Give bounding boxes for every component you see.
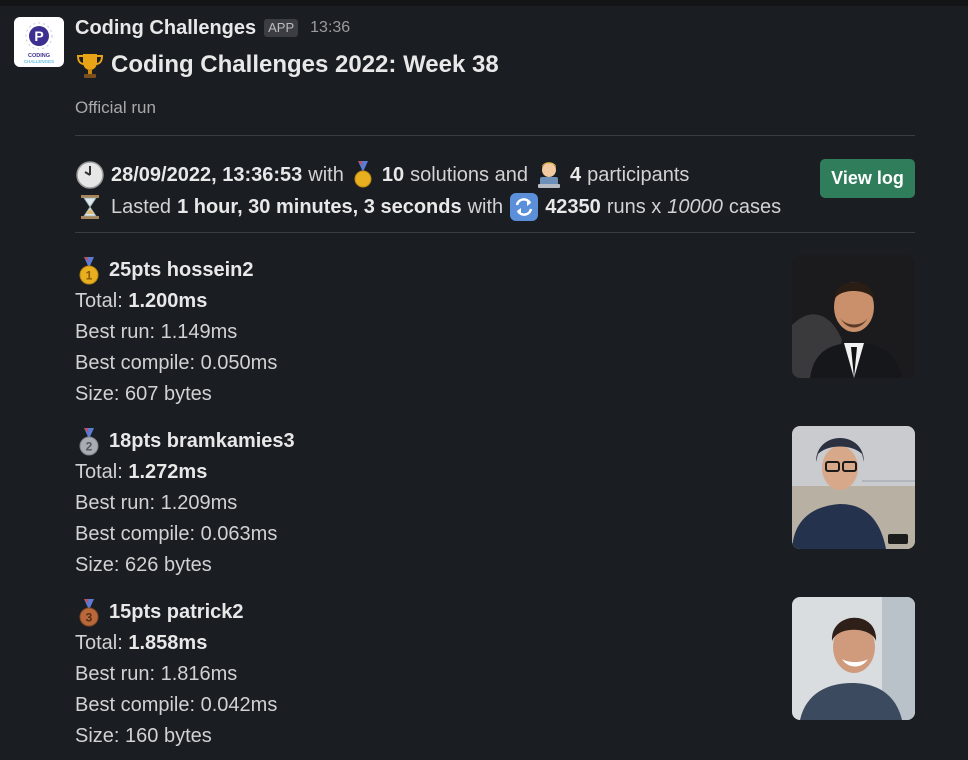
result-headline: 15pts patrick2 [109,601,244,623]
best-run: Best run: 1.149ms [75,321,238,343]
subtitle: Official run [75,98,156,117]
lasted-label: Lasted [111,196,172,218]
best-compile: Best compile: 0.063ms [75,523,278,545]
code-size: Size: 160 bytes [75,725,212,747]
message-title: Coding Challenges 2022: Week 38 [75,50,499,80]
code-size: Size: 607 bytes [75,383,212,405]
view-log-button[interactable]: View log [820,159,915,198]
title-text: Coding Challenges 2022: Week 38 [111,51,499,78]
run-date: 28/09/2022, 13:36:53 [111,164,303,186]
result-headline-line: 2 18pts bramkamies3 [75,426,915,457]
app-badge: APP [264,19,299,37]
participants-label: participants [587,164,690,186]
solutions-count: 10 [381,164,405,186]
rank-number: 1 [86,268,93,282]
rank-number: 3 [86,610,93,624]
window-top-band [0,0,968,6]
bronze-medal-icon: 3 [75,598,103,628]
best-run: Best run: 1.209ms [75,492,238,514]
total-label: Total: [75,632,123,654]
total-value: 1.200ms [128,290,208,312]
total-value: 1.272ms [128,461,208,483]
best-run: Best run: 1.816ms [75,663,238,685]
medal-icon [350,160,376,190]
result-entry-1: 1 25pts hossein2 Total: 1.200ms Best run… [75,255,915,410]
participant-avatar[interactable] [792,255,915,378]
result-headline-line: 1 25pts hossein2 [75,255,915,286]
coding-challenges-logo: P CODING CHALLENGES [24,22,54,64]
best-compile: Best compile: 0.050ms [75,352,278,374]
participant-avatar[interactable] [792,597,915,720]
app-name[interactable]: Coding Challenges [75,17,256,40]
total-time: Total: 1.858ms [75,628,915,659]
runs-label: runs x [606,196,662,218]
hourglass-icon [75,192,105,222]
summary-line-1: 28/09/2022, 13:36:53 with 10 solutions a… [75,159,795,191]
result-entry-3: 3 15pts patrick2 Total: 1.858ms Best run… [75,597,915,752]
with-text-2: with [467,196,504,218]
total-time: Total: 1.272ms [75,457,915,488]
logo-text-bottom: CHALLENGES [24,59,54,64]
cases-count: 10000 [667,196,723,218]
summary-line-2: Lasted 1 hour, 30 minutes, 3 seconds wit… [75,191,795,223]
total-time: Total: 1.200ms [75,286,915,317]
message-header: Coding Challenges APP 13:36 [75,16,350,40]
clock-icon [75,160,105,190]
total-value: 1.858ms [128,632,208,654]
result-headline: 25pts hossein2 [109,259,254,281]
repeat-icon [509,192,539,222]
run-duration: 1 hour, 30 minutes, 3 seconds [177,196,462,218]
result-entry-2: 2 18pts bramkamies3 Total: 1.272ms Best … [75,426,915,581]
code-size: Size: 626 bytes [75,554,212,576]
participant-avatar[interactable] [792,426,915,549]
solutions-label: solutions and [410,164,528,186]
app-avatar[interactable]: P CODING CHALLENGES [14,17,64,67]
total-label: Total: [75,290,123,312]
total-label: Total: [75,461,123,483]
rank-number: 2 [86,439,93,453]
message-timestamp[interactable]: 13:36 [310,19,350,37]
best-compile: Best compile: 0.042ms [75,694,278,716]
run-summary: 28/09/2022, 13:36:53 with 10 solutions a… [75,159,795,223]
technologist-icon [534,160,564,190]
trophy-icon [75,50,105,80]
divider [75,135,915,136]
silver-medal-icon: 2 [75,427,103,457]
gold-medal-icon: 1 [75,256,103,286]
result-headline: 18pts bramkamies3 [109,430,295,452]
svg-text:P: P [34,28,43,44]
participants-count: 4 [569,164,582,186]
cases-label: cases [728,196,782,218]
with-text-1: with [308,164,344,186]
runs-count: 42350 [545,196,601,218]
result-headline-line: 3 15pts patrick2 [75,597,915,628]
divider [75,232,915,233]
